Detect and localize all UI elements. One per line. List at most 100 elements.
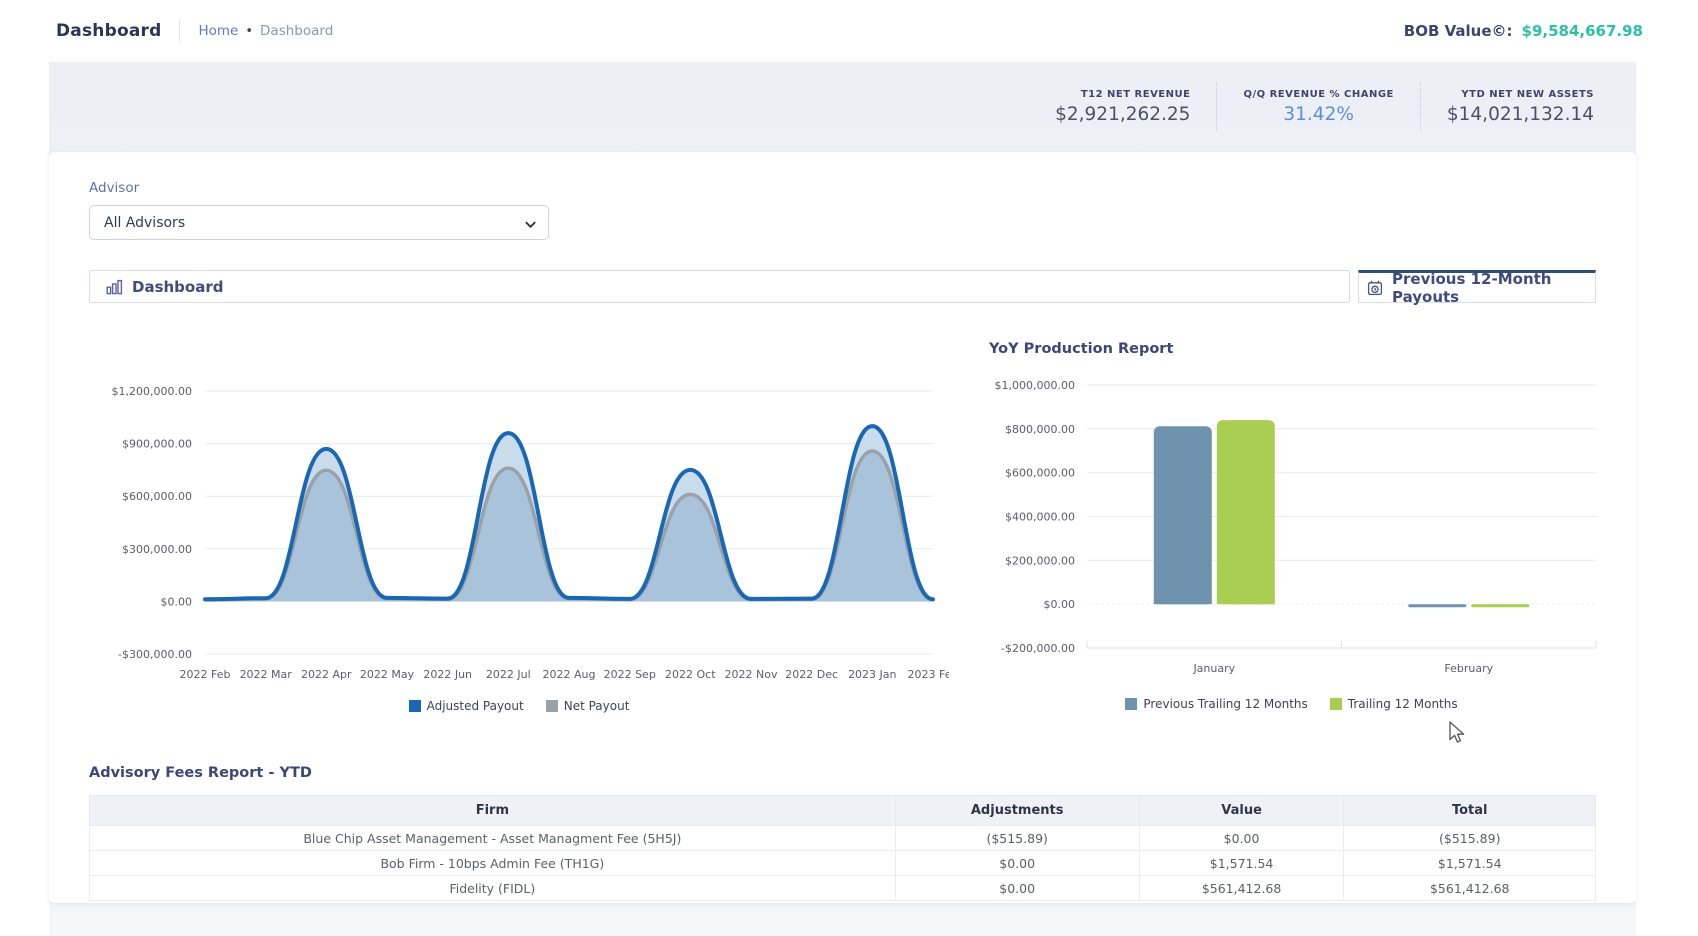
- column-header-total: Total: [1344, 796, 1596, 826]
- yoy-chart-title: YoY Production Report: [989, 341, 1634, 361]
- stat-label: T12 NET REVENUE: [1055, 89, 1190, 100]
- charts-row: $1,200,000.00 $900,000.00 $600,000.00 $300,…: [89, 341, 1596, 713]
- breadcrumb-separator: •: [245, 24, 253, 39]
- svg-text:$800,000.00: $800,000.00: [1005, 423, 1075, 436]
- svg-text:$400,000.00: $400,000.00: [1005, 511, 1075, 524]
- yoy-bar-chart: $1,000,000.00 $800,000.00 $600,000.00 $400,…: [949, 361, 1634, 695]
- divider: [179, 19, 180, 43]
- dashboard-card: Advisor All Advisors Dashboard: [49, 152, 1636, 903]
- cell-value: $0.00: [1139, 826, 1344, 851]
- tab-label: Previous 12-Month Payouts: [1392, 270, 1587, 306]
- payout-chart-block: $1,200,000.00 $900,000.00 $600,000.00 $300,…: [89, 341, 949, 713]
- svg-text:2022 Oct: 2022 Oct: [665, 668, 716, 681]
- svg-text:-$300,000.00: -$300,000.00: [118, 648, 192, 661]
- svg-text:2022 May: 2022 May: [360, 668, 415, 681]
- legend-label: Previous Trailing 12 Months: [1143, 697, 1307, 711]
- stat-value: $2,921,262.25: [1055, 104, 1190, 125]
- svg-text:2023 Feb: 2023 Feb: [908, 668, 949, 681]
- svg-text:2022 Nov: 2022 Nov: [725, 668, 778, 681]
- column-header-firm: Firm: [90, 796, 896, 826]
- svg-text:2022 Feb: 2022 Feb: [180, 668, 231, 681]
- svg-text:$200,000.00: $200,000.00: [1005, 554, 1075, 567]
- tab-bar: Dashboard Previous 12-Month Payouts: [89, 270, 1596, 303]
- stats-strip: T12 NET REVENUE $2,921,262.25 Q/Q REVENU…: [49, 62, 1636, 152]
- cell-firm: Blue Chip Asset Management - Asset Manag…: [90, 826, 896, 851]
- svg-text:January: January: [1192, 662, 1235, 675]
- svg-text:2022 Jul: 2022 Jul: [486, 668, 531, 681]
- page-title: Dashboard: [56, 21, 161, 41]
- legend-swatch: [546, 700, 558, 712]
- svg-text:$1,000,000.00: $1,000,000.00: [995, 379, 1075, 392]
- cell-total: $1,571.54: [1344, 851, 1596, 876]
- cell-firm: Bob Firm - 10bps Admin Fee (TH1G): [90, 851, 896, 876]
- column-header-adjustments: Adjustments: [895, 796, 1139, 826]
- breadcrumb-current: Dashboard: [260, 23, 333, 39]
- svg-text:$900,000.00: $900,000.00: [122, 438, 192, 451]
- bob-value-label: BOB Value©:: [1404, 22, 1513, 40]
- payout-chart-legend: Adjusted Payout Net Payout: [89, 699, 949, 713]
- advisor-select-wrap: All Advisors: [89, 205, 549, 240]
- legend-label: Trailing 12 Months: [1348, 697, 1458, 711]
- bar-chart-icon: [106, 279, 123, 295]
- table-row: Bob Firm - 10bps Admin Fee (TH1G) $0.00 …: [90, 851, 1596, 876]
- svg-text:$600,000.00: $600,000.00: [1005, 467, 1075, 480]
- bob-value-group: BOB Value©: $9,584,667.98: [1404, 22, 1643, 40]
- svg-text:$0.00: $0.00: [1044, 598, 1076, 611]
- cell-value: $561,412.68: [1139, 876, 1344, 901]
- stat-value: 31.42%: [1243, 104, 1393, 125]
- calendar-icon: [1367, 280, 1383, 296]
- table-row: Blue Chip Asset Management - Asset Manag…: [90, 826, 1596, 851]
- svg-text:2022 Apr: 2022 Apr: [301, 668, 352, 681]
- payout-area-chart: $1,200,000.00 $900,000.00 $600,000.00 $300,…: [89, 341, 949, 697]
- svg-text:$1,200,000.00: $1,200,000.00: [112, 385, 192, 398]
- legend-item-previous-trailing[interactable]: Previous Trailing 12 Months: [1125, 697, 1307, 711]
- yoy-chart-legend: Previous Trailing 12 Months Trailing 12 …: [949, 697, 1634, 711]
- legend-swatch: [1330, 698, 1342, 710]
- svg-text:2022 Mar: 2022 Mar: [240, 668, 293, 681]
- cell-adjustments: ($515.89): [895, 826, 1139, 851]
- bob-value-amount: $9,584,667.98: [1522, 22, 1643, 40]
- legend-item-net-payout[interactable]: Net Payout: [546, 699, 630, 713]
- top-bar: Dashboard Home • Dashboard BOB Value©: $…: [0, 0, 1698, 62]
- legend-item-trailing[interactable]: Trailing 12 Months: [1330, 697, 1458, 711]
- column-header-value: Value: [1139, 796, 1344, 826]
- stat-qq-revenue-change: Q/Q REVENUE % CHANGE 31.42%: [1216, 83, 1419, 131]
- svg-text:$0.00: $0.00: [161, 595, 193, 608]
- stat-t12-net-revenue: T12 NET REVENUE $2,921,262.25: [1029, 83, 1216, 131]
- cell-total: $561,412.68: [1344, 876, 1596, 901]
- yoy-chart-block: YoY Production Report $1,000,000.00 $800,…: [949, 341, 1634, 713]
- cell-adjustments: $0.00: [895, 851, 1139, 876]
- cell-firm: Fidelity (FIDL): [90, 876, 896, 901]
- svg-text:2022 Sep: 2022 Sep: [604, 668, 656, 681]
- tab-previous-12-month-payouts[interactable]: Previous 12-Month Payouts: [1358, 270, 1596, 303]
- stat-value: $14,021,132.14: [1447, 104, 1594, 125]
- legend-label: Adjusted Payout: [427, 699, 524, 713]
- table-header-row: Firm Adjustments Value Total: [90, 796, 1596, 826]
- legend-swatch: [1125, 698, 1137, 710]
- tab-label: Dashboard: [132, 278, 223, 296]
- tab-dashboard[interactable]: Dashboard: [89, 270, 1350, 303]
- legend-swatch: [409, 700, 421, 712]
- table-row: Fidelity (FIDL) $0.00 $561,412.68 $561,4…: [90, 876, 1596, 901]
- advisory-fees-title: Advisory Fees Report - YTD: [89, 765, 1596, 781]
- stat-label: YTD NET NEW ASSETS: [1447, 89, 1594, 100]
- svg-text:2022 Dec: 2022 Dec: [785, 668, 838, 681]
- stat-ytd-net-new-assets: YTD NET NEW ASSETS $14,021,132.14: [1420, 83, 1620, 131]
- advisor-select[interactable]: All Advisors: [89, 205, 549, 240]
- legend-item-adjusted-payout[interactable]: Adjusted Payout: [409, 699, 524, 713]
- advisor-label: Advisor: [89, 180, 1596, 196]
- cell-total: ($515.89): [1344, 826, 1596, 851]
- svg-text:2022 Jun: 2022 Jun: [423, 668, 472, 681]
- svg-text:$600,000.00: $600,000.00: [122, 490, 192, 503]
- svg-text:2023 Jan: 2023 Jan: [848, 668, 896, 681]
- svg-text:2022 Aug: 2022 Aug: [543, 668, 596, 681]
- cell-value: $1,571.54: [1139, 851, 1344, 876]
- legend-label: Net Payout: [564, 699, 630, 713]
- svg-text:-$200,000.00: -$200,000.00: [1001, 642, 1075, 655]
- advisory-fees-table: Firm Adjustments Value Total Blue Chip A…: [89, 795, 1596, 901]
- svg-text:$300,000.00: $300,000.00: [122, 543, 192, 556]
- svg-text:February: February: [1444, 662, 1493, 675]
- stat-label: Q/Q REVENUE % CHANGE: [1243, 89, 1393, 100]
- cell-adjustments: $0.00: [895, 876, 1139, 901]
- breadcrumb-home-link[interactable]: Home: [198, 23, 238, 39]
